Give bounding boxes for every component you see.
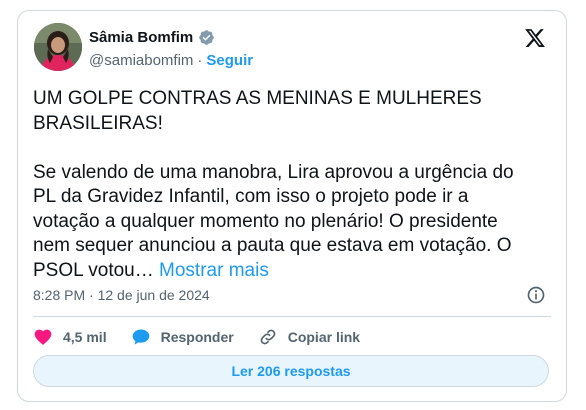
copy-link-button[interactable]: Copiar link: [258, 327, 360, 347]
author-handle-row: @samiabomfim · Seguir: [89, 52, 253, 69]
link-icon: [260, 329, 276, 345]
read-replies-label: Ler 206 respostas: [231, 363, 351, 379]
separator-dot: ·: [197, 52, 203, 69]
heart-icon: [34, 329, 52, 345]
tweet-timestamp[interactable]: 8:28 PM · 12 de jun de 2024: [33, 287, 210, 303]
reply-bubble-icon: [132, 329, 149, 345]
author-name[interactable]: Sâmia Bomfim: [89, 29, 193, 46]
like-button[interactable]: 4,5 mil: [33, 327, 107, 347]
tweet-card: Sâmia Bomfim @samiabomfim · Seguir UM GO…: [17, 10, 567, 402]
tweet-text: UM GOLPE CONTRAS AS MENINAS E MULHERES B…: [33, 87, 533, 283]
tweet-body: UM GOLPE CONTRAS AS MENINAS E MULHERES B…: [33, 88, 514, 281]
copy-link-label: Copiar link: [287, 329, 361, 345]
show-more-link[interactable]: Mostrar mais: [159, 260, 269, 281]
divider: [33, 316, 551, 317]
like-count: 4,5 mil: [63, 329, 107, 345]
info-icon[interactable]: [526, 285, 546, 305]
author-name-row: Sâmia Bomfim: [89, 29, 215, 46]
verified-badge-icon: [198, 29, 215, 46]
author-handle[interactable]: @samiabomfim: [89, 52, 193, 69]
x-logo-icon[interactable]: [524, 27, 546, 49]
avatar[interactable]: [34, 23, 82, 71]
read-replies-button[interactable]: Ler 206 respostas: [33, 355, 549, 387]
action-bar: 4,5 mil Responder Copiar link: [33, 325, 384, 349]
reply-label: Responder: [160, 329, 234, 345]
reply-button[interactable]: Responder: [131, 327, 234, 347]
follow-button[interactable]: Seguir: [206, 52, 253, 69]
